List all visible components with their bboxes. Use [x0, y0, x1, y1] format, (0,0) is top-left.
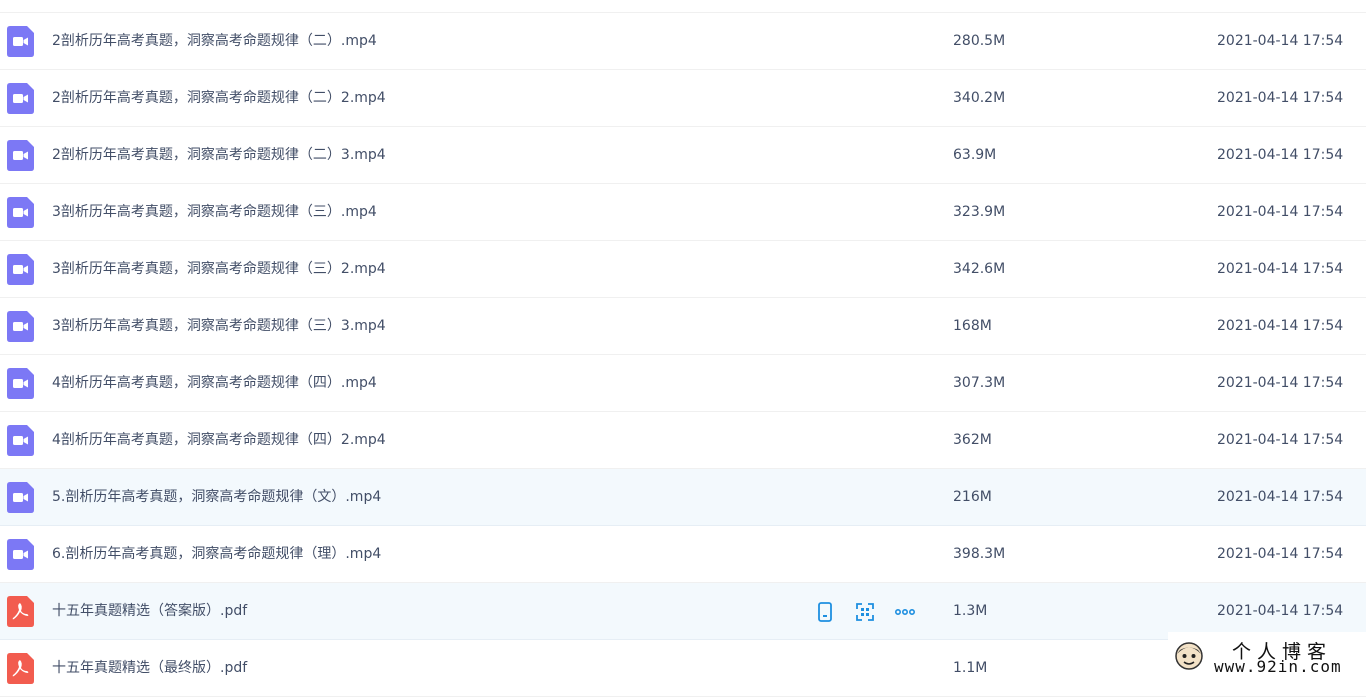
- video-file-icon: [7, 197, 34, 228]
- video-file-icon: [7, 368, 34, 399]
- file-name[interactable]: 4剖析历年高考真题，洞察高考命题规律（四）2.mp4: [52, 412, 386, 468]
- file-row[interactable]: 2剖析历年高考真题，洞察高考命题规律（二）3.mp4 63.9M 2021-04-1…: [0, 127, 1366, 184]
- file-row[interactable]: 十五年真题精选（答案版）.pdf 1.3M 2021-04-14 17:54: [0, 583, 1366, 640]
- video-file-icon: [7, 26, 34, 57]
- send-to-phone-button[interactable]: [814, 601, 836, 623]
- qr-scan-icon: [854, 601, 876, 623]
- file-row[interactable]: 4剖析历年高考真题，洞察高考命题规律（四）2.mp4 362M 2021-04-14…: [0, 412, 1366, 469]
- watermark-url: www.92in.com: [1214, 657, 1342, 676]
- file-size: 1.1M: [953, 660, 988, 676]
- more-icon: [894, 601, 916, 623]
- pdf-file-icon: [7, 596, 34, 627]
- video-file-icon: [7, 140, 34, 171]
- file-row[interactable]: 6.剖析历年高考真题，洞察高考命题规律（理）.mp4 398.3M 2021-04-…: [0, 526, 1366, 583]
- file-row[interactable]: 5.剖析历年高考真题，洞察高考命题规律（文）.mp4 216M 2021-04-14…: [0, 469, 1366, 526]
- file-name[interactable]: 十五年真题精选（答案版）.pdf: [52, 583, 247, 639]
- file-modified-date: 2021-04-14 17:54: [1217, 318, 1344, 334]
- file-row[interactable]: 2剖析历年高考真题，洞察高考命题规律（二）.mp4 280.5M 2021-04-1…: [0, 13, 1366, 70]
- file-name[interactable]: 4剖析历年高考真题，洞察高考命题规律（四）.mp4: [52, 355, 377, 411]
- file-size: 216M: [953, 489, 992, 505]
- file-size: 323.9M: [953, 204, 1006, 220]
- file-name[interactable]: 2剖析历年高考真题，洞察高考命题规律（二）2.mp4: [52, 70, 386, 126]
- file-modified-date: 2021-04-14 17:54: [1217, 432, 1344, 448]
- video-file-icon: [7, 311, 34, 342]
- file-size: 307.3M: [953, 375, 1006, 391]
- file-name[interactable]: 3剖析历年高考真题，洞察高考命题规律（三）2.mp4: [52, 241, 386, 297]
- file-size: 342.6M: [953, 261, 1006, 277]
- video-file-icon: [7, 539, 34, 570]
- file-name[interactable]: 3剖析历年高考真题，洞察高考命题规律（三）3.mp4: [52, 298, 386, 354]
- file-modified-date: 2021-04-14 17:54: [1217, 375, 1344, 391]
- file-row[interactable]: 3剖析历年高考真题，洞察高考命题规律（三）2.mp4 342.6M 2021-04-…: [0, 241, 1366, 298]
- file-modified-date: 2021-04-14 17:54: [1217, 546, 1344, 562]
- file-size: 1.3M: [953, 603, 988, 619]
- file-size: 398.3M: [953, 546, 1006, 562]
- file-row[interactable]: 3剖析历年高考真题，洞察高考命题规律（三）.mp4 323.9M 2021-04-1…: [0, 184, 1366, 241]
- file-modified-date: 2021-04-14 17:54: [1217, 489, 1344, 505]
- video-file-icon: [7, 425, 34, 456]
- file-row[interactable]: 4剖析历年高考真题，洞察高考命题规律（四）.mp4 307.3M 2021-04-1…: [0, 355, 1366, 412]
- video-file-icon: [7, 482, 34, 513]
- file-modified-date: 2021-04-14 17:54: [1217, 33, 1344, 49]
- file-name[interactable]: 3剖析历年高考真题，洞察高考命题规律（三）.mp4: [52, 184, 377, 240]
- file-modified-date: 2021-04-14 17:54: [1217, 261, 1344, 277]
- qr-share-button[interactable]: [854, 601, 876, 623]
- blog-watermark: 个人博客 www.92in.com: [1168, 632, 1366, 679]
- file-size: 168M: [953, 318, 992, 334]
- file-size: 63.9M: [953, 147, 997, 163]
- file-size: 280.5M: [953, 33, 1006, 49]
- avatar-face-icon: [1174, 641, 1204, 671]
- file-row[interactable]: 十五年真题精选（最终版）.pdf 1.1M: [0, 640, 1366, 697]
- more-options-button[interactable]: [894, 601, 916, 623]
- file-size: 362M: [953, 432, 992, 448]
- file-name[interactable]: 2剖析历年高考真题，洞察高考命题规律（二）.mp4: [52, 13, 377, 69]
- file-modified-date: 2021-04-14 17:54: [1217, 204, 1344, 220]
- file-row[interactable]: 3剖析历年高考真题，洞察高考命题规律（三）3.mp4 168M 2021-04-14…: [0, 298, 1366, 355]
- file-list: 2剖析历年高考真题，洞察高考命题规律（二）.mp4 280.5M 2021-04-1…: [0, 0, 1366, 697]
- file-row[interactable]: 2剖析历年高考真题，洞察高考命题规律（二）2.mp4 340.2M 2021-04-…: [0, 70, 1366, 127]
- file-name[interactable]: 6.剖析历年高考真题，洞察高考命题规律（理）.mp4: [52, 526, 381, 582]
- video-file-icon: [7, 83, 34, 114]
- file-modified-date: 2021-04-14 17:54: [1217, 90, 1344, 106]
- file-size: 340.2M: [953, 90, 1006, 106]
- phone-icon: [814, 601, 836, 623]
- file-row[interactable]: [0, 0, 1366, 13]
- file-modified-date: 2021-04-14 17:54: [1217, 603, 1344, 619]
- file-name[interactable]: 5.剖析历年高考真题，洞察高考命题规律（文）.mp4: [52, 469, 381, 525]
- pdf-file-icon: [7, 653, 34, 684]
- file-modified-date: 2021-04-14 17:54: [1217, 147, 1344, 163]
- file-name[interactable]: 2剖析历年高考真题，洞察高考命题规律（二）3.mp4: [52, 127, 386, 183]
- video-file-icon: [7, 254, 34, 285]
- file-name[interactable]: 十五年真题精选（最终版）.pdf: [52, 640, 247, 696]
